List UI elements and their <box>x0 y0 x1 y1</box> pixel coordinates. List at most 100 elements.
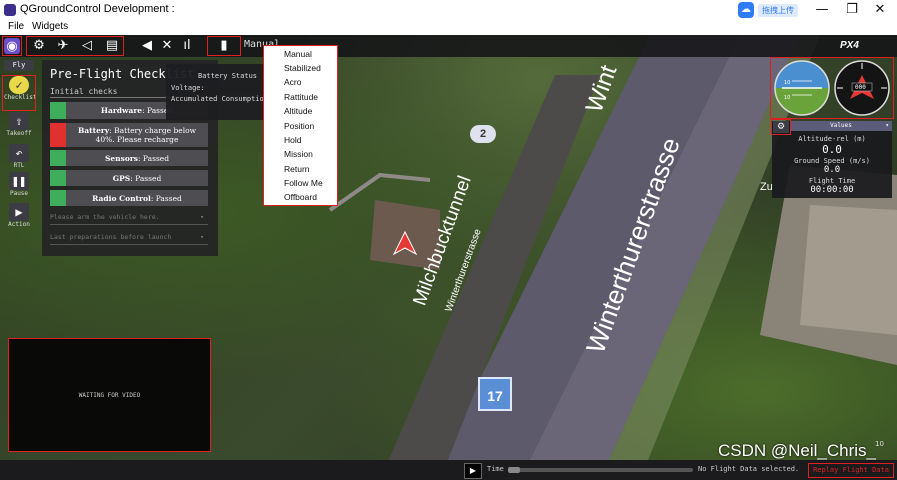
map-badge-2: 2 <box>470 125 496 143</box>
checklist-launch-section[interactable]: Last preparations before launch ▾ <box>50 233 208 245</box>
check-item-text: : Passed <box>138 153 170 163</box>
check-item-text: : Passed <box>150 193 182 203</box>
status-bar <box>50 170 66 186</box>
replay-slider[interactable] <box>508 467 693 473</box>
launch-section-label: Last preparations before launch <box>50 233 172 241</box>
checklist-section: Initial checks <box>50 87 118 96</box>
tool-action[interactable]: ▶ Action <box>4 203 34 228</box>
pitch-label-a: 10 <box>784 80 790 86</box>
mode-return[interactable]: Return <box>284 164 310 174</box>
mode-altitude[interactable]: Altitude <box>284 106 312 116</box>
main-toolbar: ◉ ⚙ ✈ ◁ ▤ ◀ ✕ ıl ▮ Manual PX4 <box>0 35 897 57</box>
menu-file[interactable]: File <box>8 21 24 32</box>
tool-pause[interactable]: ❚❚ Pause <box>4 172 34 197</box>
check-item-text: : Battery charge below 40%. Please recha… <box>95 126 197 144</box>
upload-label: 拖拽上传 <box>758 3 798 17</box>
tool-pause-label: Pause <box>9 190 29 197</box>
mode-stabilized[interactable]: Stabilized <box>284 63 321 73</box>
mode-hold[interactable]: Hold <box>284 135 301 145</box>
status-bar <box>50 123 66 147</box>
checklist-arm-section[interactable]: Please arm the vehicle here. ▾ <box>50 213 208 225</box>
values-header-label: Values <box>830 122 852 129</box>
messages-icon[interactable]: ◀ <box>138 37 156 55</box>
fly-tool-strip: Fly ✓ Checklist ⇧ Takeoff ↶ RTL ❚❚ Pause… <box>2 60 37 230</box>
cloud-icon: ☁ <box>738 2 754 18</box>
mode-position[interactable]: Position <box>284 121 314 131</box>
tool-rtl[interactable]: ↶ RTL <box>4 144 34 169</box>
check-item-name: Hardware <box>100 106 143 115</box>
rtl-icon: ↶ <box>9 144 29 162</box>
time-label: Time <box>487 465 504 473</box>
replay-bar: ▶ Time No Flight Data selected. Replay F… <box>0 460 897 480</box>
check-item-name: Battery <box>77 126 110 135</box>
altitude-value: 0.0 <box>822 143 842 156</box>
check-item-battery[interactable]: Battery: Battery charge below 40%. Pleas… <box>50 123 208 147</box>
consumption-label: Accumulated Consumption: <box>171 95 273 103</box>
battery-status-popup: Battery Status Voltage: Accumulated Cons… <box>166 64 272 120</box>
ground-speed-value: 0.0 <box>823 165 841 175</box>
flight-mode-menu: Manual Stabilized Acro Rattitude Altitud… <box>263 45 338 206</box>
mode-follow-me[interactable]: Follow Me <box>284 178 323 188</box>
mode-acro[interactable]: Acro <box>284 77 301 87</box>
close-button[interactable]: ✕ <box>866 1 894 19</box>
menu-widgets[interactable]: Widgets <box>32 21 68 32</box>
instrument-gauges: 10 10 000 <box>774 60 890 116</box>
check-item-sensors[interactable]: Sensors: Passed <box>50 150 208 166</box>
action-icon: ▶ <box>9 203 29 221</box>
upload-button[interactable]: ☁ 拖拽上传 <box>738 2 810 18</box>
tool-fly-label[interactable]: Fly <box>4 60 34 71</box>
status-bar <box>50 150 66 166</box>
map-scale-text: 10 <box>875 440 884 448</box>
video-panel[interactable]: WAITING FOR VIDEO <box>8 338 211 452</box>
ground-speed-label: Ground Speed (m/s) <box>794 157 870 165</box>
battery-status-title: Battery Status <box>198 72 258 80</box>
mode-offboard[interactable]: Offboard <box>284 192 317 202</box>
rc-rssi-icon[interactable]: ıl <box>178 37 196 55</box>
flight-time-label: Flight Time <box>808 177 856 185</box>
instrument-panel: 10 10 000 <box>770 57 894 119</box>
no-data-label: No Flight Data selected. <box>698 465 800 473</box>
takeoff-icon: ⇧ <box>9 112 29 130</box>
video-status: WAITING FOR VIDEO <box>78 392 141 399</box>
gps-off-icon[interactable]: ✕ <box>158 37 176 55</box>
check-item-text: : Passed <box>130 173 162 183</box>
minimize-button[interactable]: — <box>808 1 836 19</box>
map-zoom-text: Zu <box>760 181 773 193</box>
check-item-name: Sensors <box>104 153 138 163</box>
map-badge-17: 17 <box>478 377 512 411</box>
tool-takeoff-label: Takeoff <box>6 130 32 137</box>
play-button[interactable]: ▶ <box>464 463 482 479</box>
mode-mission[interactable]: Mission <box>284 149 313 159</box>
arm-section-label: Please arm the vehicle here. <box>50 213 160 221</box>
status-bar <box>50 190 66 206</box>
tool-action-label: Action <box>8 221 30 228</box>
tool-rtl-label: RTL <box>13 162 25 169</box>
slider-handle[interactable] <box>508 467 520 473</box>
menubar: File Widgets <box>0 20 897 36</box>
tool-takeoff[interactable]: ⇧ Takeoff <box>4 112 34 137</box>
px4-logo: PX4 <box>840 40 859 51</box>
replay-flight-data-button[interactable]: Replay Flight Data <box>808 463 894 478</box>
check-item-radio[interactable]: Radio Control: Passed <box>50 190 208 206</box>
values-header[interactable]: Values ▾ <box>790 121 892 131</box>
chevron-down-icon: ▾ <box>200 213 204 221</box>
check-item-name: Radio Control <box>92 193 151 203</box>
mode-manual[interactable]: Manual <box>284 49 312 59</box>
chevron-down-icon: ▾ <box>885 122 889 129</box>
window-title: QGroundControl Development : <box>20 3 175 15</box>
chevron-down-icon: ▾ <box>200 233 204 241</box>
app-icon <box>4 4 16 16</box>
voltage-label: Voltage: <box>171 84 205 92</box>
heading-value: 000 <box>855 84 866 91</box>
status-bar <box>50 102 66 119</box>
vehicle-icon[interactable] <box>390 229 420 259</box>
pitch-label-b: 10 <box>784 95 790 101</box>
flight-time-value: 00:00:00 <box>810 185 854 195</box>
check-item-name: GPS <box>112 173 131 183</box>
check-item-gps[interactable]: GPS: Passed <box>50 170 208 186</box>
mode-rattitude[interactable]: Rattitude <box>284 92 318 102</box>
altitude-label: Altitude-rel (m) <box>798 135 866 143</box>
pause-icon: ❚❚ <box>9 172 29 190</box>
maximize-button[interactable]: ❐ <box>838 1 866 19</box>
csdn-watermark: CSDN @Neil_Chris_ <box>718 441 877 460</box>
